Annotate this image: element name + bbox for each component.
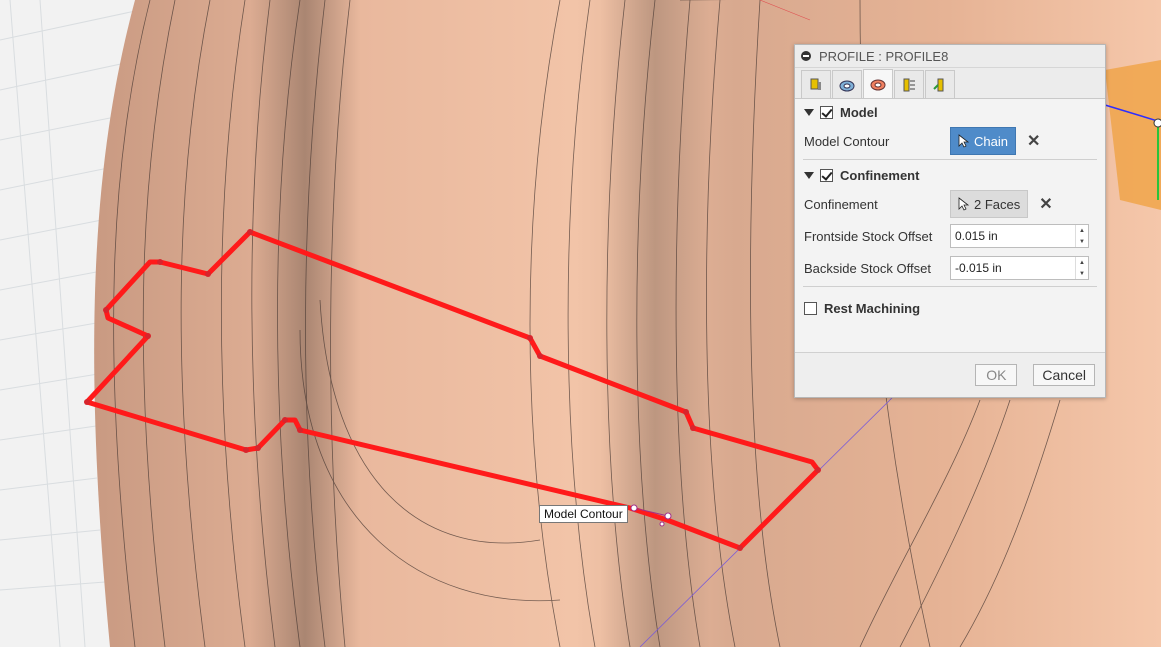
cursor-arrow-icon <box>958 197 970 211</box>
frontside-offset-arrows[interactable]: ▲ ▼ <box>1075 225 1088 247</box>
spin-up-icon[interactable]: ▲ <box>1076 225 1088 236</box>
model-heading: Model <box>840 104 878 120</box>
dialog-title: PROFILE : PROFILE8 <box>819 48 949 64</box>
expand-triangle-icon[interactable] <box>804 108 814 116</box>
frontside-offset-input[interactable] <box>951 225 1075 247</box>
divider <box>803 159 1097 160</box>
tab-strip <box>795 68 1105 99</box>
heights-tab-icon[interactable] <box>863 69 893 98</box>
collapse-icon[interactable] <box>801 51 811 61</box>
divider <box>803 286 1097 287</box>
cursor-arrow-icon <box>958 134 970 148</box>
spin-down-icon[interactable]: ▼ <box>1076 268 1088 279</box>
confinement-section-header[interactable]: Confinement <box>795 162 1105 188</box>
confinement-label: Confinement <box>804 196 878 212</box>
backside-offset-input[interactable] <box>951 257 1075 279</box>
expand-triangle-icon[interactable] <box>804 171 814 179</box>
confinement-row: Confinement 2 Faces ✕ <box>795 188 1105 220</box>
confinement-checkbox[interactable] <box>820 168 833 182</box>
model-contour-label: Model Contour <box>804 133 890 149</box>
tool-tab-icon[interactable] <box>801 70 831 98</box>
backside-offset-arrows[interactable]: ▲ ▼ <box>1075 257 1088 279</box>
spin-down-icon[interactable]: ▼ <box>1076 236 1088 247</box>
passes-tab-icon[interactable] <box>894 70 924 98</box>
spin-up-icon[interactable]: ▲ <box>1076 257 1088 268</box>
ok-button[interactable]: OK <box>975 364 1018 386</box>
cancel-button[interactable]: Cancel <box>1033 364 1095 386</box>
model-contour-tooltip: Model Contour <box>539 505 628 523</box>
rest-machining-row[interactable]: Rest Machining <box>795 289 1105 327</box>
backside-offset-row: Backside Stock Offset ▲ ▼ <box>795 252 1105 284</box>
geometry-tab-icon[interactable] <box>832 70 862 98</box>
dialog-footer: OK Cancel <box>795 352 1105 397</box>
dialog-header: PROFILE : PROFILE8 <box>795 45 1105 68</box>
model-section-header[interactable]: Model <box>795 99 1105 125</box>
frontside-offset-label: Frontside Stock Offset <box>804 228 933 244</box>
clear-confinement-icon[interactable]: ✕ <box>1039 194 1052 214</box>
faces-button[interactable]: 2 Faces <box>950 190 1029 218</box>
confinement-heading: Confinement <box>840 167 920 183</box>
rest-machining-checkbox[interactable] <box>804 301 817 315</box>
rest-machining-label: Rest Machining <box>824 300 921 316</box>
chain-button-label: Chain <box>974 133 1008 149</box>
faces-button-label: 2 Faces <box>974 196 1021 212</box>
frontside-offset-spinner: ▲ ▼ <box>950 224 1089 248</box>
profile-dialog: PROFILE : PROFILE8 Model Model Contour C… <box>794 44 1106 398</box>
linking-tab-icon[interactable] <box>925 70 955 98</box>
chain-button[interactable]: Chain <box>950 127 1016 155</box>
model-contour-row: Model Contour Chain ✕ <box>795 125 1105 157</box>
backside-offset-label: Backside Stock Offset <box>804 260 931 276</box>
clear-model-contour-icon[interactable]: ✕ <box>1027 131 1040 151</box>
backside-offset-spinner: ▲ ▼ <box>950 256 1089 280</box>
frontside-offset-row: Frontside Stock Offset ▲ ▼ <box>795 220 1105 252</box>
model-checkbox[interactable] <box>820 105 833 119</box>
